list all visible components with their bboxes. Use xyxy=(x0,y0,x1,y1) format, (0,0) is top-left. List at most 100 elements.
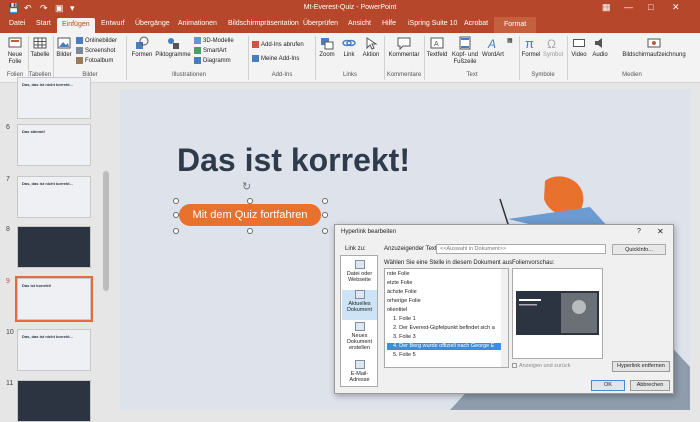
shapes-icon xyxy=(136,36,149,49)
smartart-button[interactable]: SmartArt xyxy=(194,47,227,55)
display-text-input[interactable]: <<Auswahl in Dokument>> xyxy=(436,244,606,254)
zoom-button[interactable]: Zoom xyxy=(318,36,336,59)
slide-number: 11 xyxy=(6,380,14,387)
ok-button[interactable]: OK xyxy=(591,380,625,391)
list-item[interactable]: ächste Folie xyxy=(387,289,417,296)
list-item[interactable]: olientitel xyxy=(387,307,407,314)
tab-datei[interactable]: Datei xyxy=(9,20,25,27)
tab-hilfe[interactable]: Hilfe xyxy=(382,20,396,27)
link-option-label: E-Mail-Adresse xyxy=(349,371,370,383)
slide-thumbnail[interactable] xyxy=(17,226,91,268)
3d-models-button[interactable]: 3D-Modelle xyxy=(194,37,234,45)
tab-ueberpruefen[interactable]: Überprüfen xyxy=(303,20,338,27)
remove-hyperlink-button[interactable]: Hyperlink entfernen xyxy=(612,361,670,372)
checkbox-box[interactable] xyxy=(512,363,517,369)
ribbon-options-icon[interactable]: ▦ xyxy=(602,2,611,13)
images-button[interactable]: Bilder xyxy=(55,36,73,59)
wordart-button[interactable]: A WordArt xyxy=(481,36,505,59)
show-and-return-checkbox[interactable]: Anzeigen und zurück xyxy=(512,363,570,369)
screen-recording-button[interactable]: Bildschirmaufzeichnung xyxy=(612,36,696,59)
list-scrollbar[interactable] xyxy=(501,269,508,367)
audio-label: Audio xyxy=(592,52,608,58)
list-item[interactable]: orherige Folie xyxy=(387,298,421,305)
link-option-email[interactable]: E-Mail-Adresse xyxy=(342,360,377,386)
formula-button[interactable]: π Formel xyxy=(521,36,541,59)
list-item[interactable]: 1. Folie 1 xyxy=(393,316,416,323)
header-footer-icon xyxy=(459,36,471,50)
text-more-icon[interactable]: ▦ xyxy=(507,37,513,45)
slide-number: 6 xyxy=(6,124,10,131)
close-icon[interactable]: ✕ xyxy=(657,227,664,236)
resize-handle[interactable] xyxy=(173,198,179,204)
resize-handle[interactable] xyxy=(173,228,179,234)
tab-start[interactable]: Start xyxy=(36,20,51,27)
list-item[interactable]: 3. Folie 3 xyxy=(393,334,416,341)
tab-ansicht[interactable]: Ansicht xyxy=(348,20,371,27)
tab-animationen[interactable]: Animationen xyxy=(178,20,217,27)
list-item[interactable]: rste Folie xyxy=(387,271,410,278)
resize-handle[interactable] xyxy=(322,212,328,218)
close-icon[interactable]: ✕ xyxy=(672,2,680,13)
new-slide-button[interactable]: Neue Folie xyxy=(4,36,26,66)
header-footer-button[interactable]: Kopf- und Fußzeile xyxy=(450,36,480,66)
store-icon xyxy=(252,41,259,48)
minimize-icon[interactable]: — xyxy=(624,2,633,12)
pictograms-button[interactable]: Piktogramme xyxy=(155,36,191,59)
tab-uebergaenge[interactable]: Übergänge xyxy=(135,20,170,27)
new-document-icon xyxy=(354,322,365,331)
resize-handle[interactable] xyxy=(173,212,179,218)
tab-bildschirmpraesentation[interactable]: Bildschirmpräsentation xyxy=(228,20,299,27)
table-button[interactable]: Tabelle xyxy=(30,36,50,59)
thumbnail-scrollbar[interactable] xyxy=(102,83,110,416)
tab-einfuegen[interactable]: Einfügen xyxy=(57,18,95,33)
rotate-handle-icon[interactable]: ↻ xyxy=(242,180,251,193)
my-addins-button[interactable]: Meine Add-Ins xyxy=(252,55,299,63)
online-images-button[interactable]: Onlinebilder xyxy=(76,37,117,45)
slide-thumbnail[interactable]: Das stimmt! xyxy=(17,124,91,166)
resize-handle[interactable] xyxy=(247,198,253,204)
textbox-button[interactable]: A Textfeld xyxy=(426,36,448,59)
list-item[interactable]: etzte Folie xyxy=(387,280,412,287)
photo-album-button[interactable]: Fotoalbum xyxy=(76,57,113,65)
cancel-button[interactable]: Abbrechen xyxy=(630,380,670,391)
email-icon xyxy=(354,360,365,369)
slide-thumbnail-selected[interactable]: Das ist korrekt! xyxy=(15,276,93,322)
shapes-button[interactable]: Formen xyxy=(130,36,154,59)
slide-thumbnail[interactable]: Das, das ist nicht korrekt... xyxy=(17,77,91,119)
resize-handle[interactable] xyxy=(247,228,253,234)
action-button[interactable]: Aktion xyxy=(360,36,382,59)
tab-format[interactable]: Format xyxy=(494,17,537,33)
audio-button[interactable]: Audio xyxy=(590,36,610,59)
help-button[interactable]: ? xyxy=(637,228,641,235)
resize-handle[interactable] xyxy=(322,198,328,204)
slide-heading[interactable]: Das ist korrekt! xyxy=(177,142,410,179)
screenshot-button[interactable]: Screenshot xyxy=(76,47,115,55)
screentip-button[interactable]: QuickInfo... xyxy=(612,244,666,255)
link-option-file-or-web[interactable]: Datei oder Webseite xyxy=(342,260,377,288)
link-option-label: Neues Dokument erstellen xyxy=(346,333,373,351)
continue-quiz-button[interactable]: Mit dem Quiz fortfahren xyxy=(179,204,321,226)
slide-thumbnail[interactable]: Das, das ist nicht korrekt... xyxy=(17,176,91,218)
scrollbar-thumb[interactable] xyxy=(103,171,109,291)
shapes-label: Formen xyxy=(131,52,153,58)
action-icon xyxy=(366,37,378,50)
get-addins-button[interactable]: Add-Ins abrufen xyxy=(252,41,304,49)
list-item[interactable]: 5. Folie 5 xyxy=(393,352,416,359)
link-option-new-document[interactable]: Neues Dokument erstellen xyxy=(342,322,377,356)
tab-entwurf[interactable]: Entwurf xyxy=(101,20,125,27)
tab-acrobat[interactable]: Acrobat xyxy=(464,20,488,27)
slide-thumbnail[interactable]: Das, das ist nicht korrekt... xyxy=(17,329,91,371)
title-bar: 💾 ↶ ↷ ▣ ▾ Mt-Everest-Quiz - PowerPoint ▦… xyxy=(0,0,700,17)
resize-handle[interactable] xyxy=(322,228,328,234)
list-item[interactable]: 2. Der Everest-Gipfelpunkt befindet sich… xyxy=(393,325,495,332)
comment-button[interactable]: Kommentar xyxy=(386,36,422,59)
diagram-button[interactable]: Diagramm xyxy=(194,57,231,65)
symbol-button[interactable]: Ω Symbol xyxy=(542,36,564,59)
list-item-selected[interactable]: 4. Der Berg wurde offiziell nach George … xyxy=(387,343,505,350)
choose-place-label: Wählen Sie eine Stelle in diesem Dokumen… xyxy=(384,260,514,266)
link-option-current-document[interactable]: Aktuelles Dokument xyxy=(342,290,377,320)
link-button[interactable]: Link xyxy=(340,36,358,59)
tab-ispring[interactable]: iSpring Suite 10 xyxy=(408,20,457,27)
maximize-icon[interactable]: □ xyxy=(648,2,653,12)
video-button[interactable]: Video xyxy=(569,36,589,59)
